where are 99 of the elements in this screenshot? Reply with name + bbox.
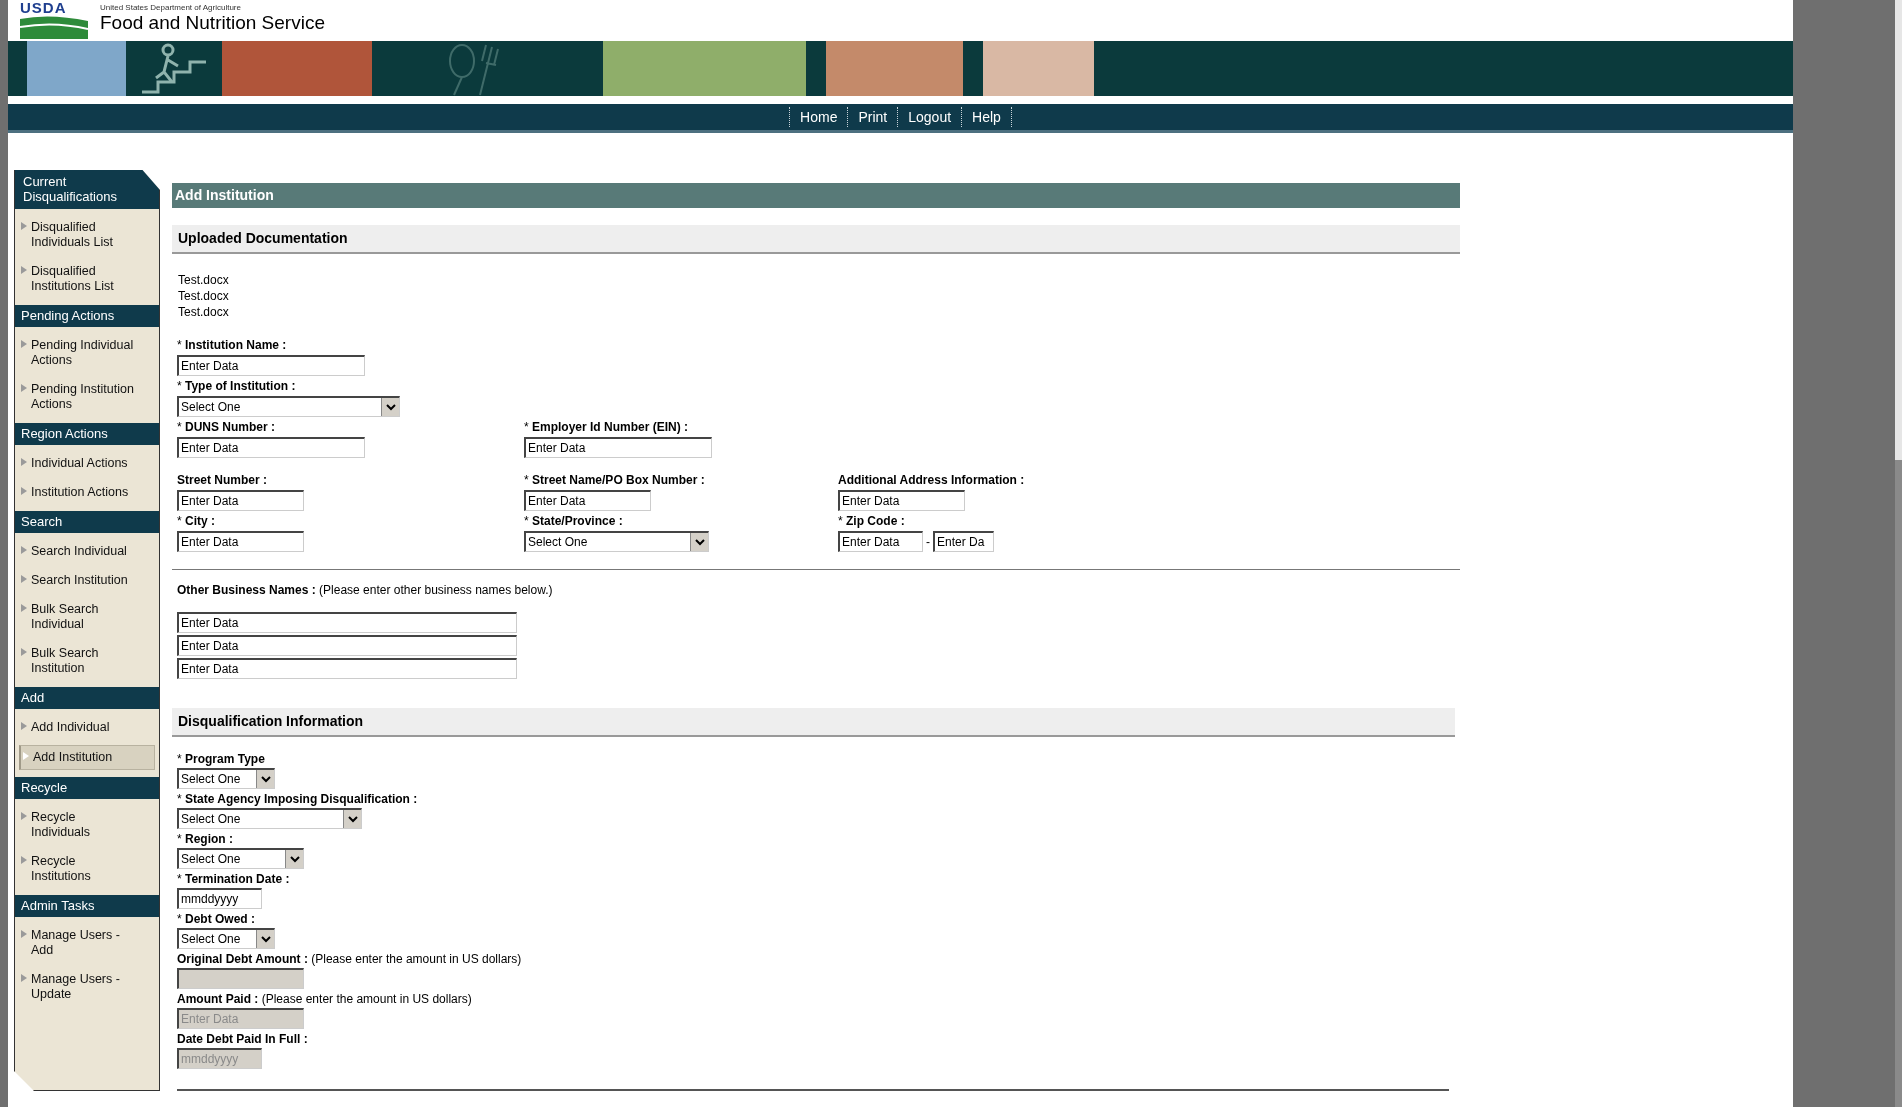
triangle-icon: [23, 752, 29, 760]
field-label: * Employer Id Number (EIN) :: [524, 420, 690, 435]
sidebar-item[interactable]: Bulk Search Individual: [19, 598, 155, 636]
select-field[interactable]: Select One: [177, 396, 400, 417]
sidebar-section-header: Pending Actions: [15, 305, 159, 327]
text-field[interactable]: Enter Data: [177, 490, 304, 511]
sidebar-item[interactable]: Pending Individual Actions: [19, 334, 155, 372]
field-label: * Debt Owed :: [177, 912, 256, 927]
field-label: * City :: [177, 514, 216, 529]
sidebar-item[interactable]: Add Individual: [19, 716, 155, 739]
sidebar-section-header: Recycle: [15, 777, 159, 799]
triangle-icon: [21, 930, 27, 938]
sidebar-item[interactable]: Add Institution: [19, 745, 155, 770]
field-label: * State Agency Imposing Disqualification :: [177, 792, 419, 807]
sidebar-section-header: Search: [15, 511, 159, 533]
field-label: * Termination Date :: [177, 872, 291, 887]
field-label: * Zip Code :: [838, 514, 906, 529]
caret-icon: [260, 775, 271, 783]
field-label: * DUNS Number :: [177, 420, 276, 435]
field-label: Date Debt Paid In Full :: [177, 1032, 309, 1047]
text-field[interactable]: Enter Data: [177, 531, 304, 552]
caret-icon: [385, 403, 396, 411]
text-field[interactable]: mmddyyyy: [177, 888, 262, 909]
sidebar-item[interactable]: Manage Users - Add: [19, 924, 155, 962]
triangle-icon: [21, 546, 27, 554]
field-label: * Type of Institution :: [177, 379, 297, 394]
scrollbar[interactable]: [1895, 0, 1902, 1107]
text-field[interactable]: Enter Data: [177, 612, 517, 633]
caret-icon: [694, 538, 705, 546]
file-name: Test.docx: [178, 272, 230, 288]
caret-icon: [347, 815, 358, 823]
logo-text: USDA: [20, 1, 67, 15]
sidebar-item[interactable]: Recycle Institutions: [19, 850, 155, 888]
file-name: Test.docx: [178, 304, 230, 320]
field-label: Amount Paid : (Please enter the amount in US dollars): [177, 992, 473, 1007]
sidebar-item[interactable]: Disqualified Individuals List: [19, 216, 155, 254]
sidebar-item[interactable]: Institution Actions: [19, 481, 155, 504]
text-field[interactable]: Enter Data: [177, 635, 517, 656]
field-label: Additional Address Information :: [838, 473, 1026, 488]
caret-icon: [289, 855, 300, 863]
triangle-icon: [21, 812, 27, 820]
sidebar-item[interactable]: Disqualified Institutions List: [19, 260, 155, 298]
field-label: Original Debt Amount : (Please enter the amount in US dollars): [177, 952, 523, 967]
file-name: Test.docx: [178, 288, 230, 304]
sidebar-item[interactable]: Manage Users - Update: [19, 968, 155, 1006]
text-field[interactable]: Enter Data: [838, 490, 965, 511]
text-field[interactable]: Enter Data: [524, 490, 651, 511]
field-label: Other Business Names : (Please enter other business names below.): [177, 583, 554, 598]
nav-link[interactable]: Home: [789, 107, 848, 127]
triangle-icon: [21, 384, 27, 392]
field-label: * Institution Name :: [177, 338, 288, 353]
section-header: Disqualification Information: [172, 708, 1455, 737]
triangle-icon: [21, 487, 27, 495]
sidebar-item[interactable]: Individual Actions: [19, 452, 155, 475]
sidebar-section-header: Region Actions: [15, 423, 159, 445]
triangle-icon: [21, 604, 27, 612]
field-label: * Street Name/PO Box Number :: [524, 473, 706, 488]
select-field[interactable]: Select One: [177, 808, 362, 829]
triangle-icon: [21, 458, 27, 466]
triangle-icon: [21, 648, 27, 656]
section-header: Uploaded Documentation: [172, 225, 1460, 254]
page-title: Add Institution: [172, 183, 1460, 208]
select-field[interactable]: Select One: [177, 768, 275, 789]
service-name: Food and Nutrition Service: [100, 12, 325, 34]
triangle-icon: [21, 222, 27, 230]
field-label: Street Number :: [177, 473, 269, 488]
field-label: * Region :: [177, 832, 234, 847]
caret-icon: [260, 935, 271, 943]
select-field[interactable]: Select One: [177, 848, 304, 869]
triangle-icon: [21, 974, 27, 982]
select-field[interactable]: Select One: [177, 928, 275, 949]
sidebar-section-header: Add: [15, 687, 159, 709]
text-field[interactable]: Enter Da: [933, 531, 994, 552]
text-field[interactable]: Enter Data: [524, 437, 712, 458]
agency-name: United States Department of Agriculture: [100, 3, 242, 12]
text-field[interactable]: Enter Data: [838, 531, 923, 552]
nav-link[interactable]: Logout: [897, 107, 962, 127]
triangle-icon: [21, 575, 27, 583]
sidebar-item[interactable]: Search Individual: [19, 540, 155, 563]
sidebar-item[interactable]: Pending Institution Actions: [19, 378, 155, 416]
select-field[interactable]: Select One: [524, 531, 709, 552]
text-field[interactable]: Enter Data: [177, 355, 365, 376]
sidebar-section-header: Admin Tasks: [15, 895, 159, 917]
field-label: * State/Province :: [524, 514, 624, 529]
field-label: * Program Type: [177, 752, 266, 767]
nav-link[interactable]: Help: [961, 107, 1012, 127]
field-stripes-logo: [20, 15, 88, 39]
triangle-icon: [21, 722, 27, 730]
text-field[interactable]: Enter Data: [177, 658, 517, 679]
sidebar-item[interactable]: Recycle Individuals: [19, 806, 155, 844]
triangle-icon: [21, 340, 27, 348]
sidebar-section-header: Current Disqualifications: [15, 170, 159, 209]
sidebar-item[interactable]: Bulk Search Institution: [19, 642, 155, 680]
nav-link[interactable]: Print: [847, 107, 898, 127]
triangle-icon: [21, 856, 27, 864]
separator: -: [926, 534, 930, 549]
text-field[interactable]: Enter Data: [177, 437, 365, 458]
triangle-icon: [21, 266, 27, 274]
sidebar-item[interactable]: Search Institution: [19, 569, 155, 592]
